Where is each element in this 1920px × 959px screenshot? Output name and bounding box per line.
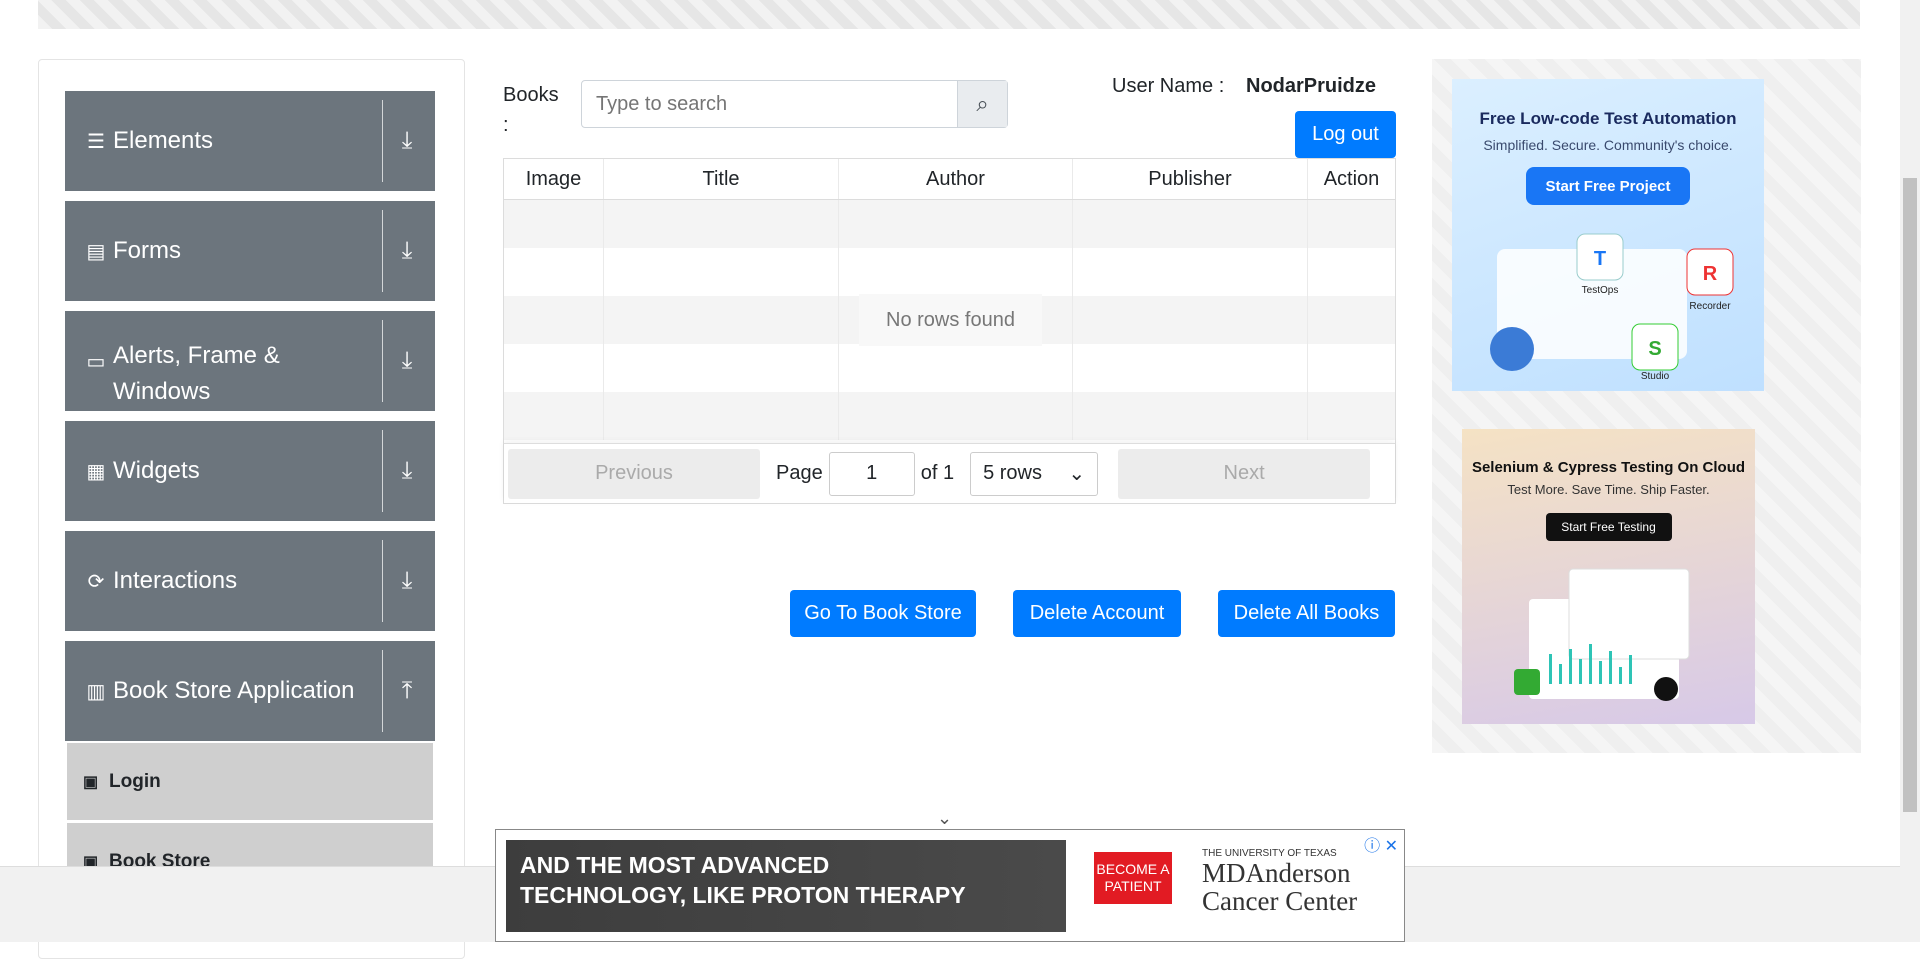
sidebar-group-interactions[interactable]: ⟳ Interactions ⤓ bbox=[65, 531, 435, 631]
scrollbar[interactable] bbox=[1900, 0, 1920, 942]
next-button[interactable]: Next bbox=[1118, 448, 1371, 499]
search-icon[interactable]: ⌕ bbox=[957, 81, 1007, 127]
svg-text:T: T bbox=[1594, 248, 1606, 270]
ad-column: Free Low-code Test Automation Simplified… bbox=[1432, 59, 1861, 753]
ad-label: Studio bbox=[1641, 371, 1670, 379]
pagination: Previous Page 1 of 1 5 rows ⌄ Next bbox=[504, 443, 1395, 503]
page-number-input[interactable]: 1 bbox=[828, 451, 915, 496]
divider bbox=[382, 540, 383, 622]
svg-text:S: S bbox=[1648, 338, 1661, 360]
expand-icon[interactable]: ⤓ bbox=[387, 531, 427, 631]
expand-icon[interactable]: ⤓ bbox=[387, 311, 427, 411]
chevron-down-icon[interactable]: ⌄ bbox=[937, 808, 952, 829]
sidebar-group-label: Widgets bbox=[113, 457, 200, 484]
window-icon: ▭ bbox=[86, 350, 106, 373]
become-a-patient-button[interactable]: BECOME A PATIENT bbox=[1094, 852, 1172, 904]
org-name: Cancer Center bbox=[1202, 886, 1358, 916]
column-header-image[interactable]: Image bbox=[504, 159, 604, 199]
sidebar-group-forms[interactable]: ▤ Forms ⤓ bbox=[65, 201, 435, 301]
chevron-down-icon: ⌄ bbox=[1068, 463, 1086, 485]
sidebar-item-label: Login bbox=[109, 770, 161, 792]
ad-headline-line: TECHNOLOGY, LIKE PROTON THERAPY bbox=[520, 882, 966, 908]
divider bbox=[382, 430, 383, 512]
sidebar-group-alerts[interactable]: ▭ Alerts, Frame & Windows ⤓ bbox=[65, 311, 435, 411]
go-to-book-store-button[interactable]: Go To Book Store bbox=[790, 590, 976, 637]
search-input[interactable] bbox=[582, 81, 957, 127]
delete-all-books-button[interactable]: Delete All Books bbox=[1218, 590, 1395, 637]
books-label: Books : bbox=[503, 84, 559, 136]
org-name: MDAnderson bbox=[1202, 858, 1351, 888]
delete-account-button[interactable]: Delete Account bbox=[1013, 590, 1181, 637]
scrollbar-thumb[interactable] bbox=[1903, 178, 1917, 812]
no-rows-message: No rows found bbox=[859, 294, 1042, 346]
expand-icon[interactable]: ⤓ bbox=[387, 201, 427, 301]
rows-per-page-value: 5 rows bbox=[983, 462, 1042, 484]
sidebar-group-label: Forms bbox=[113, 237, 181, 264]
ad-headline: AND THE MOST ADVANCED TECHNOLOGY, LIKE P… bbox=[520, 850, 966, 910]
table-row bbox=[504, 392, 1395, 440]
sidebar-group-label: Elements bbox=[113, 127, 214, 154]
interactions-icon: ⟳ bbox=[87, 570, 105, 593]
divider bbox=[382, 650, 383, 732]
table-row bbox=[504, 200, 1395, 248]
document-icon: ▤ bbox=[86, 240, 106, 263]
ad-title: Free Low-code Test Automation bbox=[1479, 109, 1737, 128]
rows-per-page-select[interactable]: 5 rows ⌄ bbox=[970, 451, 1099, 496]
collapse-icon[interactable]: ⤒ bbox=[387, 641, 427, 741]
ad-illustration bbox=[1513, 568, 1689, 701]
ad-title: Selenium & Cypress Testing On Cloud bbox=[1471, 459, 1746, 476]
column-header-title[interactable]: Title bbox=[604, 159, 839, 199]
page-label: Page bbox=[776, 462, 823, 484]
divider bbox=[382, 210, 383, 292]
widgets-icon: ▦ bbox=[86, 460, 106, 483]
expand-icon[interactable]: ⤓ bbox=[387, 421, 427, 521]
column-header-publisher[interactable]: Publisher bbox=[1073, 159, 1308, 199]
ad-subtitle: Simplified. Secure. Community's choice. bbox=[1483, 137, 1733, 153]
column-header-action[interactable]: Action bbox=[1308, 159, 1395, 199]
divider bbox=[382, 320, 383, 402]
sidebar-group-label: Interactions bbox=[113, 567, 238, 594]
lambdatest-ad[interactable]: Selenium & Cypress Testing On Cloud Test… bbox=[1462, 429, 1755, 724]
ad-label: TestOps bbox=[1582, 285, 1619, 296]
md-anderson-logo: THE UNIVERSITY OF TEXAS MDAnderson Cance… bbox=[1202, 848, 1357, 915]
sidebar: ☰ Elements ⤓ ▤ Forms ⤓ ▭ Alerts, Frame &… bbox=[38, 59, 465, 959]
column-header-author[interactable]: Author bbox=[839, 159, 1073, 199]
previous-button[interactable]: Previous bbox=[508, 448, 760, 499]
page-info: Page 1 of 1 bbox=[776, 451, 955, 496]
start-free-project-button[interactable]: Start Free Project bbox=[1526, 167, 1690, 205]
books-table: Image Title Author Publisher Action No r… bbox=[503, 158, 1396, 504]
sidebar-item-login[interactable]: ▣ Login bbox=[67, 743, 433, 821]
sidebar-group-widgets[interactable]: ▦ Widgets ⤓ bbox=[65, 421, 435, 521]
ad-subtitle: Test More. Save Time. Ship Faster. bbox=[1507, 482, 1710, 497]
sidebar-group-book-store[interactable]: ▥ Book Store Application ⤒ bbox=[65, 641, 435, 741]
top-banner bbox=[38, 0, 1860, 29]
logout-button[interactable]: Log out bbox=[1295, 111, 1396, 158]
ad-close-icon[interactable]: ⓘ ✕ bbox=[1364, 832, 1398, 856]
sidebar-group-label: Book Store Application bbox=[113, 677, 355, 704]
sidebar-group-elements[interactable]: ☰ Elements ⤓ bbox=[65, 91, 435, 191]
table-header: Image Title Author Publisher Action bbox=[504, 159, 1395, 200]
ad-headline-line: AND THE MOST ADVANCED bbox=[520, 852, 830, 878]
hamburger-icon: ☰ bbox=[87, 130, 105, 153]
bottom-ad[interactable]: AND THE MOST ADVANCED TECHNOLOGY, LIKE P… bbox=[495, 829, 1405, 942]
divider bbox=[382, 100, 383, 182]
start-free-testing-button[interactable]: Start Free Testing bbox=[1545, 513, 1672, 541]
sidebar-group-label: Alerts, Frame & Windows bbox=[113, 342, 280, 405]
table-row bbox=[504, 248, 1395, 296]
ad-label: Recorder bbox=[1689, 301, 1731, 312]
svg-text:R: R bbox=[1703, 263, 1718, 285]
user-name-label: User Name : bbox=[1112, 75, 1225, 97]
katalon-ad[interactable]: Free Low-code Test Automation Simplified… bbox=[1452, 79, 1764, 391]
table-row bbox=[504, 344, 1395, 392]
search-box: ⌕ bbox=[581, 80, 1008, 128]
expand-icon[interactable]: ⤓ bbox=[387, 91, 427, 191]
books-icon: ▥ bbox=[86, 680, 106, 703]
ad-illustration: T TestOps R Recorder S Studio bbox=[1490, 233, 1734, 379]
html5-icon: ▣ bbox=[83, 773, 99, 791]
user-name-value: NodarPruidze bbox=[1246, 75, 1377, 97]
page-total: of 1 bbox=[920, 462, 955, 484]
